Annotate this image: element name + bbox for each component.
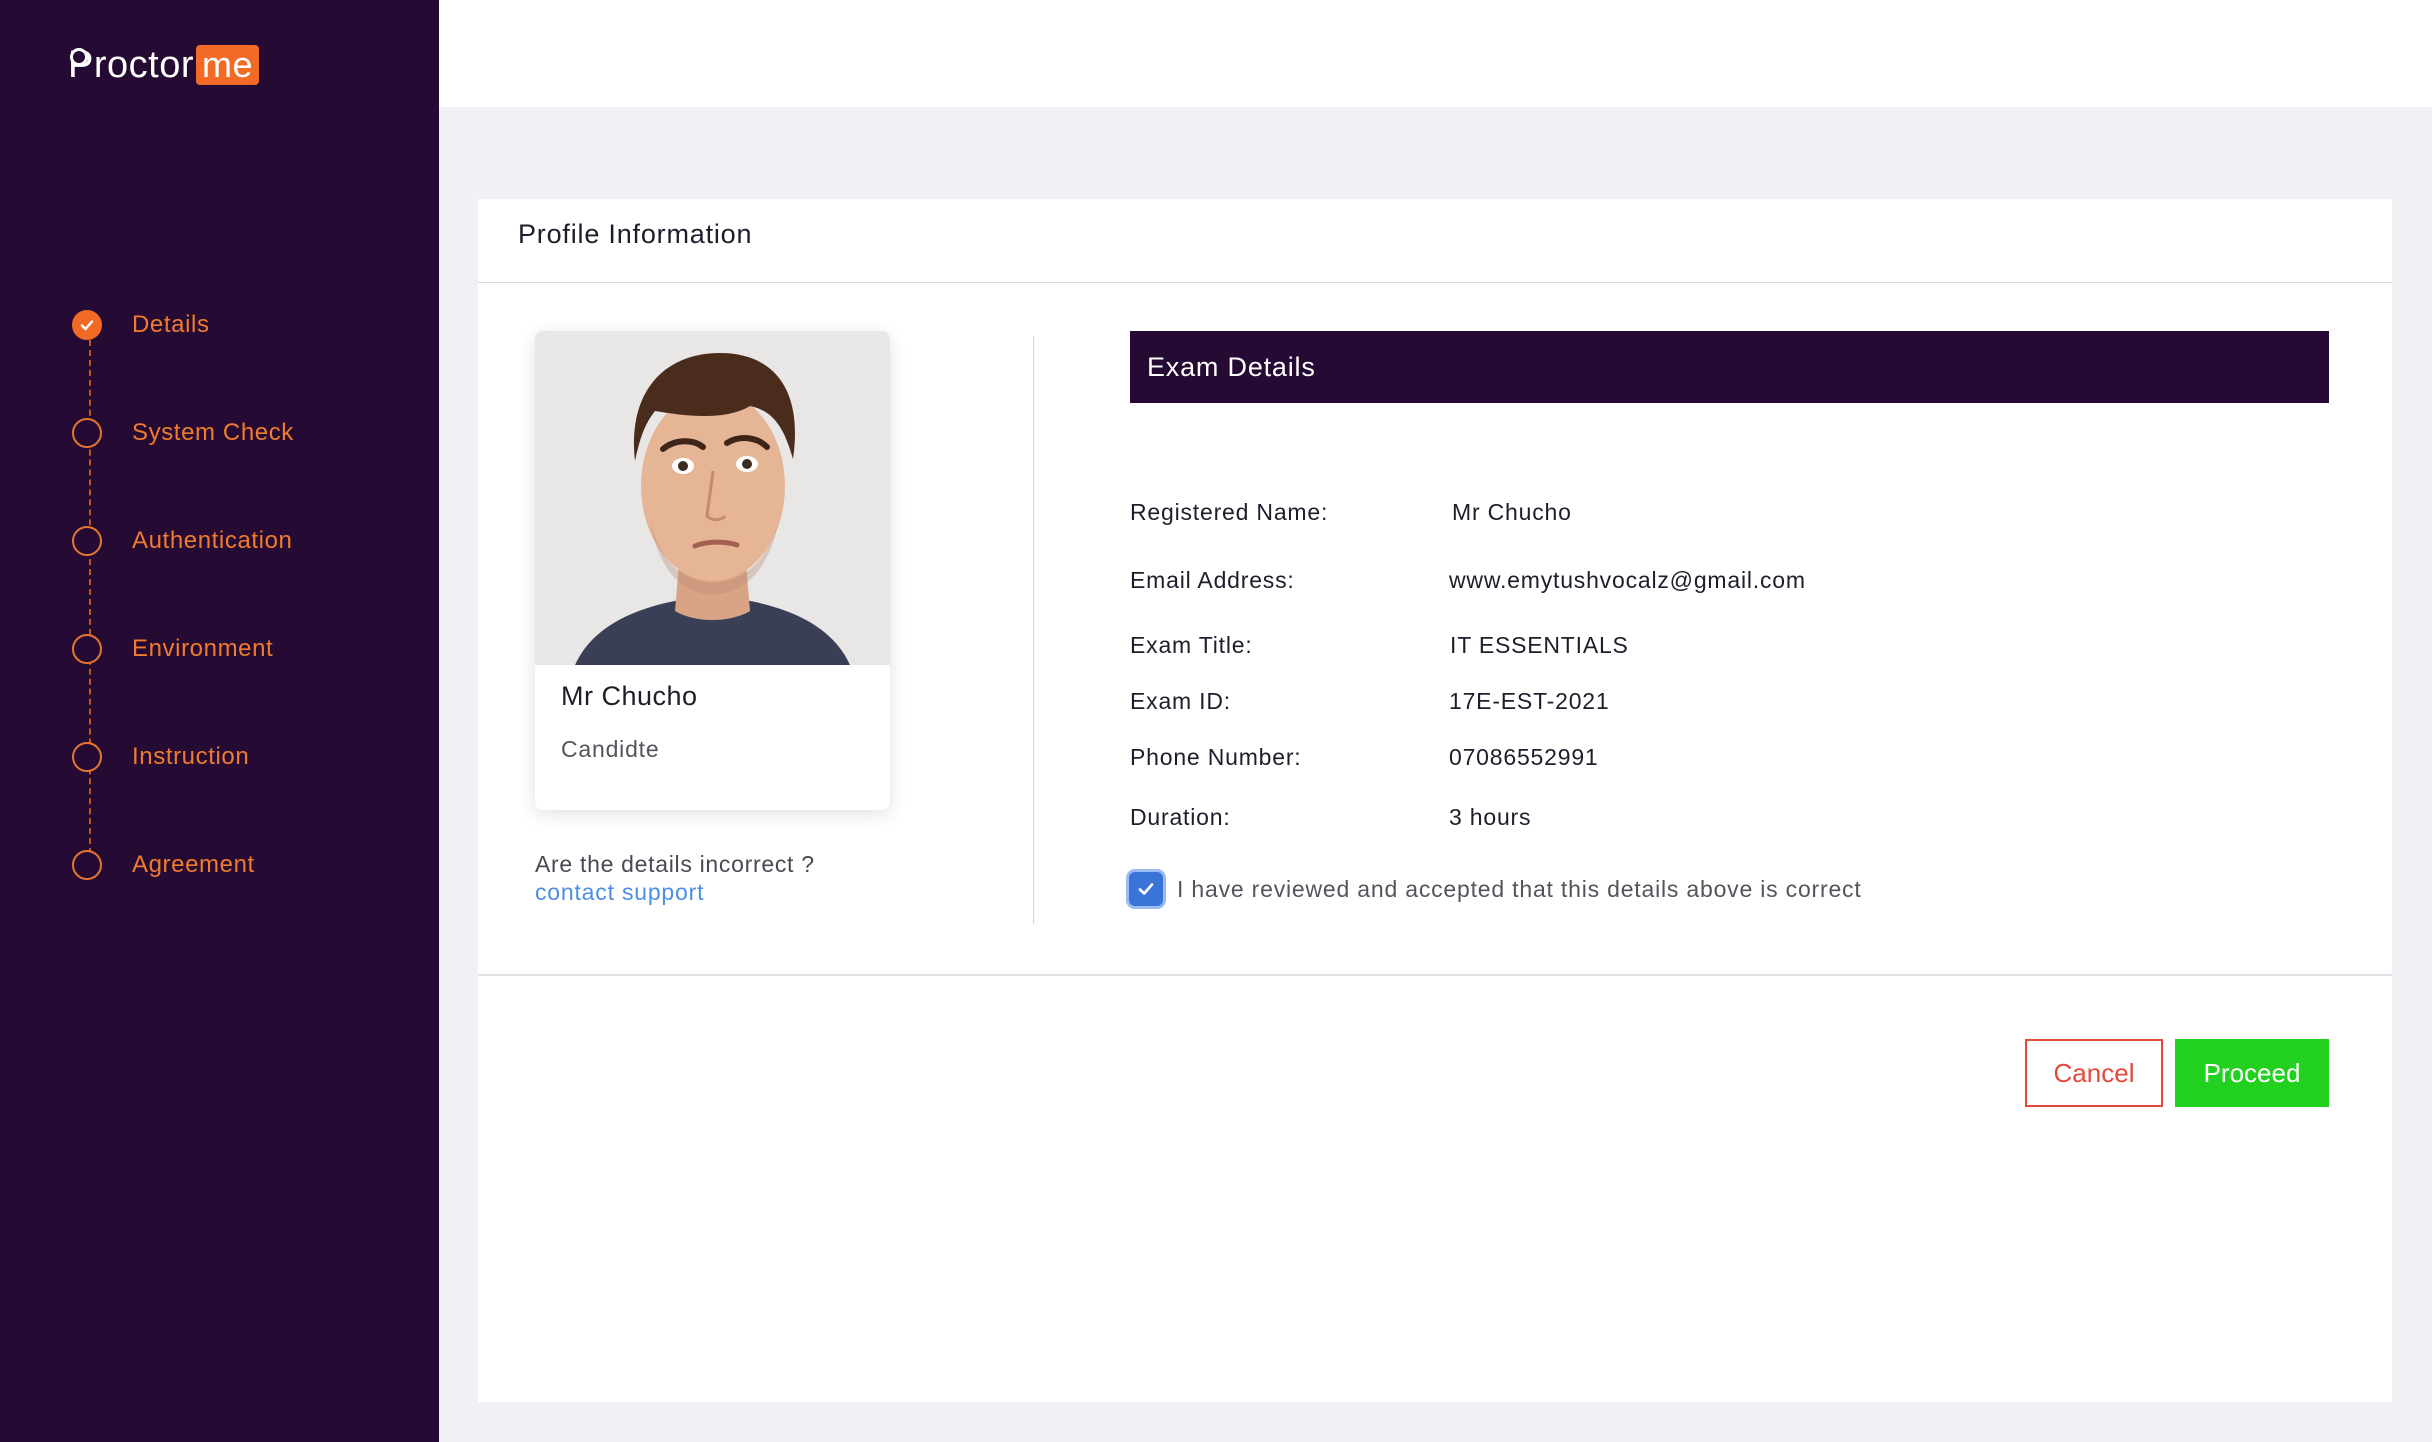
duration-label: Duration: [1130, 804, 1231, 830]
email-address-label: Email Address: [1130, 567, 1295, 593]
step-label: Details [132, 311, 210, 338]
logo-camera-icon [70, 47, 88, 66]
candidate-name: Mr Chucho [561, 681, 698, 711]
step-environment[interactable]: Environment [72, 632, 273, 666]
exam-id-label: Exam ID: [1130, 688, 1231, 714]
check-circle-icon [72, 310, 102, 340]
sidebar: Proctor me Details System Check Authenti… [0, 0, 439, 1442]
candidate-profile: Mr Chucho Candidte [535, 331, 890, 810]
step-agreement[interactable]: Agreement [72, 848, 255, 882]
step-label: Authentication [132, 527, 293, 554]
logo-badge: me [195, 45, 259, 85]
candidate-photo [535, 331, 890, 665]
exam-title-label: Exam Title: [1130, 632, 1253, 658]
step-circle-icon [72, 526, 102, 556]
vertical-divider [1033, 336, 1034, 924]
email-address-value: www.emytushvocalz@gmail.com [1449, 567, 1806, 593]
agreement-checkbox-row[interactable]: I have reviewed and accepted that this d… [1129, 872, 1862, 906]
proceed-button[interactable]: Proceed [2175, 1039, 2329, 1107]
registered-name-label: Registered Name: [1130, 499, 1329, 525]
duration-value: 3 hours [1449, 804, 1532, 830]
checkmark-icon [1138, 883, 1154, 895]
step-label: System Check [132, 419, 294, 446]
step-circle-icon [72, 742, 102, 772]
phone-number-label: Phone Number: [1130, 744, 1302, 770]
cancel-button[interactable]: Cancel [2025, 1039, 2163, 1107]
step-instruction[interactable]: Instruction [72, 740, 249, 774]
step-circle-icon [72, 850, 102, 880]
step-label: Agreement [132, 851, 255, 878]
exam-id-value: 17E-EST-2021 [1449, 688, 1610, 714]
step-details[interactable]: Details [72, 308, 210, 342]
step-system-check[interactable]: System Check [72, 416, 294, 450]
agreement-label: I have reviewed and accepted that this d… [1177, 875, 1862, 902]
step-circle-icon [72, 418, 102, 448]
exam-details-header: Exam Details [1130, 331, 2329, 403]
exam-title-value: IT ESSENTIALS [1450, 632, 1629, 658]
step-label: Environment [132, 635, 274, 662]
card-title: Profile Information [518, 219, 753, 249]
agreement-checkbox[interactable] [1129, 872, 1163, 906]
step-authentication[interactable]: Authentication [72, 524, 293, 558]
top-bar [439, 0, 2432, 107]
proctorme-logo: Proctor me [68, 40, 259, 90]
divider [478, 974, 2392, 976]
registered-name-value: Mr Chucho [1452, 499, 1572, 525]
profile-card: Profile Information Mr Chucho Candidte A… [478, 199, 2392, 1402]
divider [478, 282, 2392, 283]
step-circle-icon [72, 634, 102, 664]
phone-number-value: 07086552991 [1449, 744, 1599, 770]
candidate-role: Candidte [561, 736, 660, 762]
logo-wordmark: Proctor [68, 43, 194, 86]
incorrect-details-prompt: Are the details incorrect ? [535, 851, 815, 877]
contact-support-link[interactable]: contact support [535, 879, 704, 906]
step-label: Instruction [132, 743, 250, 770]
